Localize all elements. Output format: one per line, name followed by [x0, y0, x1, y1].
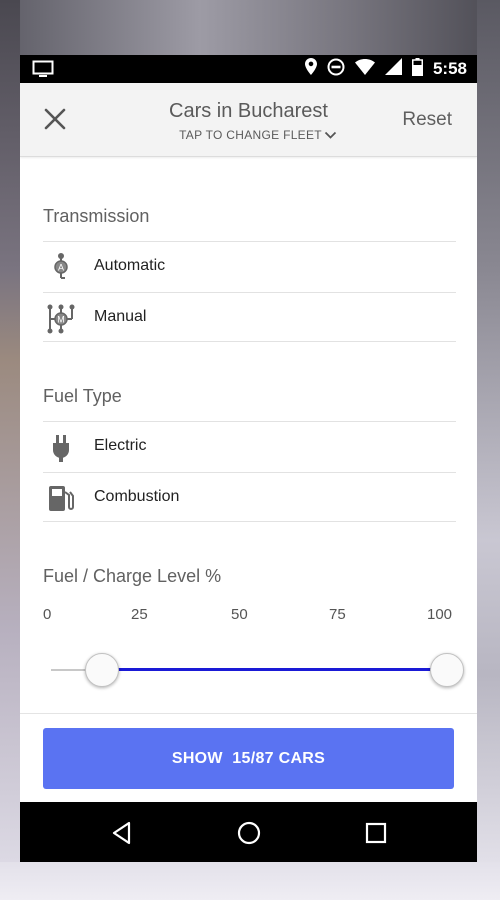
monitor-icon: [32, 60, 54, 78]
do-not-disturb-icon: [327, 58, 345, 81]
slider-min-thumb[interactable]: [85, 653, 119, 687]
home-button[interactable]: [236, 820, 262, 846]
divider: [20, 713, 477, 714]
back-button[interactable]: [109, 820, 135, 846]
svg-text:A: A: [58, 263, 64, 273]
option-manual[interactable]: M Manual: [43, 292, 456, 342]
slider-range-fill[interactable]: [106, 668, 446, 671]
transmission-title: Transmission: [43, 206, 150, 226]
option-label: Automatic: [94, 257, 166, 274]
plug-icon: [45, 432, 77, 464]
close-button[interactable]: [42, 106, 68, 132]
tick-label: 0: [43, 606, 52, 623]
battery-icon: [411, 57, 423, 81]
svg-text:M: M: [57, 315, 65, 325]
background-photo-right: [477, 0, 500, 900]
fuel-pump-icon: [45, 483, 77, 515]
reset-button[interactable]: Reset: [402, 109, 452, 131]
show-cars-label: SHOW 15/87 CARS: [171, 750, 326, 767]
automatic-gear-icon: A: [45, 252, 77, 284]
option-label: Electric: [94, 437, 147, 454]
option-combustion[interactable]: Combustion: [43, 472, 456, 522]
change-fleet-button[interactable]: TAP TO CHANGE FLEET: [178, 128, 338, 146]
header: Cars in Bucharest TAP TO CHANGE FLEET Re…: [20, 83, 477, 157]
home-icon: [237, 821, 261, 845]
option-automatic[interactable]: A Automatic: [43, 241, 456, 291]
tick-label: 50: [231, 606, 248, 623]
clock: 5:58: [432, 59, 467, 78]
status-bar: 5:58: [20, 55, 477, 83]
signal-icon: [384, 58, 402, 80]
background-photo-top: [0, 0, 500, 55]
chevron-down-icon: [324, 131, 337, 139]
change-fleet-label: TAP TO CHANGE FLEET: [179, 128, 322, 142]
wifi-icon: [354, 58, 375, 80]
recents-icon: [365, 822, 387, 844]
recents-button[interactable]: [363, 820, 389, 846]
navigation-bar: [20, 802, 477, 862]
background-photo-bottom: [0, 862, 500, 900]
filter-screen: 5:58 Cars in Bucharest TAP TO CHANGE FLE…: [20, 55, 477, 862]
option-electric[interactable]: Electric: [43, 421, 456, 471]
option-label: Manual: [94, 308, 147, 325]
location-icon: [304, 58, 317, 80]
background-photo-left: [0, 0, 20, 900]
back-icon: [112, 821, 131, 845]
option-label: Combustion: [94, 488, 180, 505]
slider-max-thumb[interactable]: [430, 653, 464, 687]
show-cars-button[interactable]: SHOW 15/87 CARS: [43, 728, 454, 789]
close-icon: [44, 108, 66, 130]
tick-label: 75: [329, 606, 346, 623]
manual-gear-icon: M: [45, 303, 77, 335]
tick-label: 100: [427, 606, 453, 623]
tick-label: 25: [131, 606, 148, 623]
fuel-type-title: Fuel Type: [43, 386, 122, 406]
fuel-level-title: Fuel / Charge Level %: [43, 566, 222, 586]
